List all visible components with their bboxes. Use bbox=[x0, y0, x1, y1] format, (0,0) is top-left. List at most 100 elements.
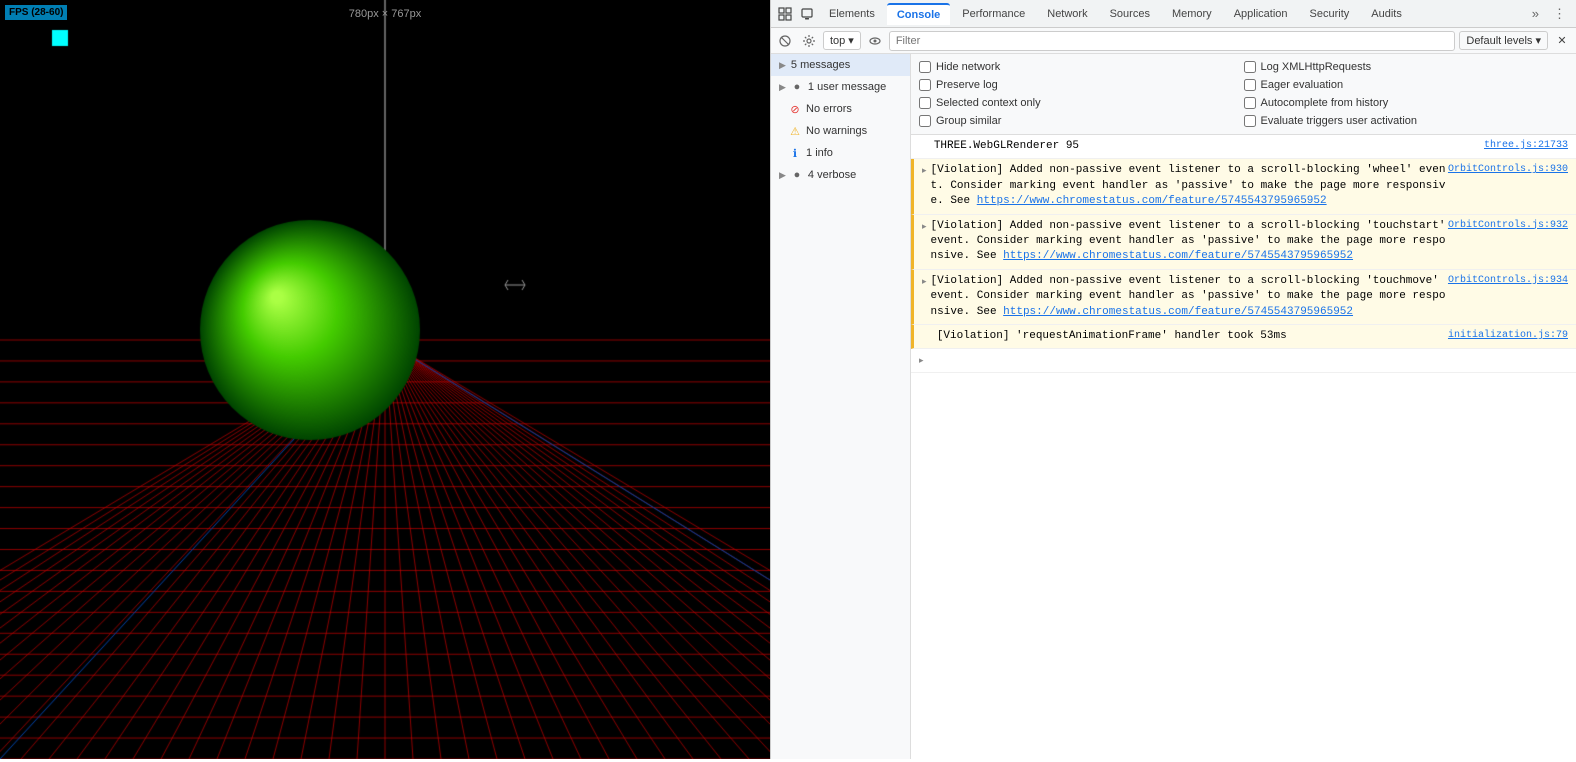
log-xhr-checkbox[interactable] bbox=[1244, 61, 1256, 73]
dimension-label: 780px × 767px bbox=[349, 8, 421, 20]
close-devtools-button[interactable]: ✕ bbox=[1552, 31, 1572, 51]
info-icon: ℹ bbox=[789, 147, 801, 159]
tab-memory[interactable]: Memory bbox=[1162, 4, 1222, 24]
more-tabs-button[interactable]: » bbox=[1526, 4, 1545, 23]
context-dropdown-icon: ▾ bbox=[848, 34, 854, 47]
messages-sidebar: ▶ 5 messages ▶ ● 1 user message ⊘ No err… bbox=[771, 54, 911, 759]
group-similar-checkbox[interactable] bbox=[919, 115, 931, 127]
opt-group-similar: Group similar bbox=[919, 112, 1244, 130]
msg-item-all-messages[interactable]: ▶ 5 messages bbox=[771, 54, 910, 76]
tab-console[interactable]: Console bbox=[887, 3, 950, 25]
info-label: 1 info bbox=[806, 147, 833, 159]
tab-performance[interactable]: Performance bbox=[952, 4, 1035, 24]
eager-eval-label: Eager evaluation bbox=[1261, 79, 1344, 91]
log-source-5[interactable]: initialization.js:79 bbox=[1448, 329, 1568, 343]
expand-icon bbox=[779, 148, 784, 158]
hide-network-checkbox[interactable] bbox=[919, 61, 931, 73]
log-entry-wheel: ▸ [Violation] Added non-passive event li… bbox=[911, 159, 1576, 214]
console-options: Hide network Preserve log Selected conte… bbox=[911, 54, 1576, 135]
options-col2: Log XMLHttpRequests Eager evaluation Aut… bbox=[1244, 58, 1569, 130]
options-col1: Hide network Preserve log Selected conte… bbox=[919, 58, 1244, 130]
devtools-main: ▶ 5 messages ▶ ● 1 user message ⊘ No err… bbox=[771, 54, 1576, 759]
violation-link-2[interactable]: https://www.chromestatus.com/feature/574… bbox=[977, 195, 1327, 207]
hide-network-label: Hide network bbox=[936, 61, 1000, 73]
log-content-5: [Violation] 'requestAnimationFrame' hand… bbox=[937, 329, 1448, 344]
eager-eval-checkbox[interactable] bbox=[1244, 79, 1256, 91]
msg-item-user-messages[interactable]: ▶ ● 1 user message bbox=[771, 76, 910, 98]
log-xhr-label: Log XMLHttpRequests bbox=[1261, 61, 1372, 73]
msg-item-warnings[interactable]: ⚠ No warnings bbox=[771, 120, 910, 142]
log-content-2: [Violation] Added non-passive event list… bbox=[931, 163, 1448, 209]
expand-btn-2[interactable]: ▸ bbox=[922, 165, 927, 178]
expand-icon bbox=[779, 126, 784, 136]
settings-icon[interactable] bbox=[799, 31, 819, 51]
console-log[interactable]: THREE.WebGLRenderer 95 three.js:21733 ▸ … bbox=[911, 135, 1576, 759]
tab-application[interactable]: Application bbox=[1224, 4, 1298, 24]
tab-security[interactable]: Security bbox=[1300, 4, 1360, 24]
expand-icon: ▶ bbox=[779, 82, 786, 93]
all-messages-label: 5 messages bbox=[791, 59, 850, 71]
autocomplete-checkbox[interactable] bbox=[1244, 97, 1256, 109]
expand-btn-3[interactable]: ▸ bbox=[922, 221, 927, 234]
arrow-icon: ▸ bbox=[919, 355, 924, 368]
log-entry-touchstart: ▸ [Violation] Added non-passive event li… bbox=[911, 215, 1576, 270]
errors-label: No errors bbox=[806, 103, 852, 115]
default-levels-label: Default levels ▾ bbox=[1466, 34, 1541, 47]
log-entry-arrow: ▸ bbox=[911, 349, 1576, 373]
tab-elements[interactable]: Elements bbox=[819, 4, 885, 24]
msg-item-info[interactable]: ℹ 1 info bbox=[771, 142, 910, 164]
expand-btn-5[interactable] bbox=[922, 331, 933, 344]
clear-console-button[interactable] bbox=[775, 31, 795, 51]
selected-context-label: Selected context only bbox=[936, 97, 1041, 109]
log-content-1: THREE.WebGLRenderer 95 bbox=[934, 139, 1484, 154]
filter-input[interactable] bbox=[889, 31, 1456, 51]
violation-link-3[interactable]: https://www.chromestatus.com/feature/574… bbox=[1003, 250, 1353, 262]
devtools-panel: Elements Console Performance Network Sou… bbox=[770, 0, 1576, 759]
expand-btn-1[interactable] bbox=[919, 141, 930, 154]
log-source-1[interactable]: three.js:21733 bbox=[1484, 139, 1568, 153]
console-toolbar: top ▾ Default levels ▾ ✕ bbox=[771, 28, 1576, 54]
default-levels-dropdown[interactable]: Default levels ▾ bbox=[1459, 31, 1548, 50]
expand-icon: ▶ bbox=[779, 60, 786, 71]
group-similar-label: Group similar bbox=[936, 115, 1001, 127]
fps-counter: FPS (28-60) bbox=[5, 5, 67, 20]
opt-log-xhr: Log XMLHttpRequests bbox=[1244, 58, 1569, 76]
log-source-2[interactable]: OrbitControls.js:930 bbox=[1448, 163, 1568, 177]
autocomplete-label: Autocomplete from history bbox=[1261, 97, 1389, 109]
evaluate-triggers-checkbox[interactable] bbox=[1244, 115, 1256, 127]
log-source-3[interactable]: OrbitControls.js:932 bbox=[1448, 219, 1568, 233]
selected-context-checkbox[interactable] bbox=[919, 97, 931, 109]
expand-icon: ▶ bbox=[779, 170, 786, 181]
eye-icon[interactable] bbox=[865, 31, 885, 51]
warnings-label: No warnings bbox=[806, 125, 867, 137]
context-label: top bbox=[830, 35, 845, 47]
opt-autocomplete: Autocomplete from history bbox=[1244, 94, 1569, 112]
verbose-label: 4 verbose bbox=[808, 169, 856, 181]
tab-audits[interactable]: Audits bbox=[1361, 4, 1412, 24]
msg-item-verbose[interactable]: ▶ ● 4 verbose bbox=[771, 164, 910, 186]
log-source-4[interactable]: OrbitControls.js:934 bbox=[1448, 274, 1568, 288]
expand-btn-4[interactable]: ▸ bbox=[922, 276, 927, 289]
devtools-menu-button[interactable]: ⋮ bbox=[1547, 4, 1572, 24]
verbose-icon: ● bbox=[791, 169, 803, 181]
opt-selected-context: Selected context only bbox=[919, 94, 1244, 112]
log-content-4: [Violation] Added non-passive event list… bbox=[931, 274, 1448, 320]
devtools-tab-bar: Elements Console Performance Network Sou… bbox=[771, 0, 1576, 28]
context-selector[interactable]: top ▾ bbox=[823, 31, 861, 50]
violation-link-4[interactable]: https://www.chromestatus.com/feature/574… bbox=[1003, 306, 1353, 318]
inspect-icon[interactable] bbox=[775, 4, 795, 24]
warning-icon: ⚠ bbox=[789, 125, 801, 137]
log-content-3: [Violation] Added non-passive event list… bbox=[931, 219, 1448, 265]
user-msg-icon: ● bbox=[791, 81, 803, 93]
opt-evaluate-triggers: Evaluate triggers user activation bbox=[1244, 112, 1569, 130]
tab-network[interactable]: Network bbox=[1037, 4, 1097, 24]
preserve-log-checkbox[interactable] bbox=[919, 79, 931, 91]
user-messages-label: 1 user message bbox=[808, 81, 886, 93]
tab-sources[interactable]: Sources bbox=[1100, 4, 1160, 24]
opt-preserve-log: Preserve log bbox=[919, 76, 1244, 94]
device-toggle-icon[interactable] bbox=[797, 4, 817, 24]
3d-canvas[interactable] bbox=[0, 0, 770, 759]
opt-eager-eval: Eager evaluation bbox=[1244, 76, 1569, 94]
msg-item-errors[interactable]: ⊘ No errors bbox=[771, 98, 910, 120]
log-entry-touchmove: ▸ [Violation] Added non-passive event li… bbox=[911, 270, 1576, 325]
